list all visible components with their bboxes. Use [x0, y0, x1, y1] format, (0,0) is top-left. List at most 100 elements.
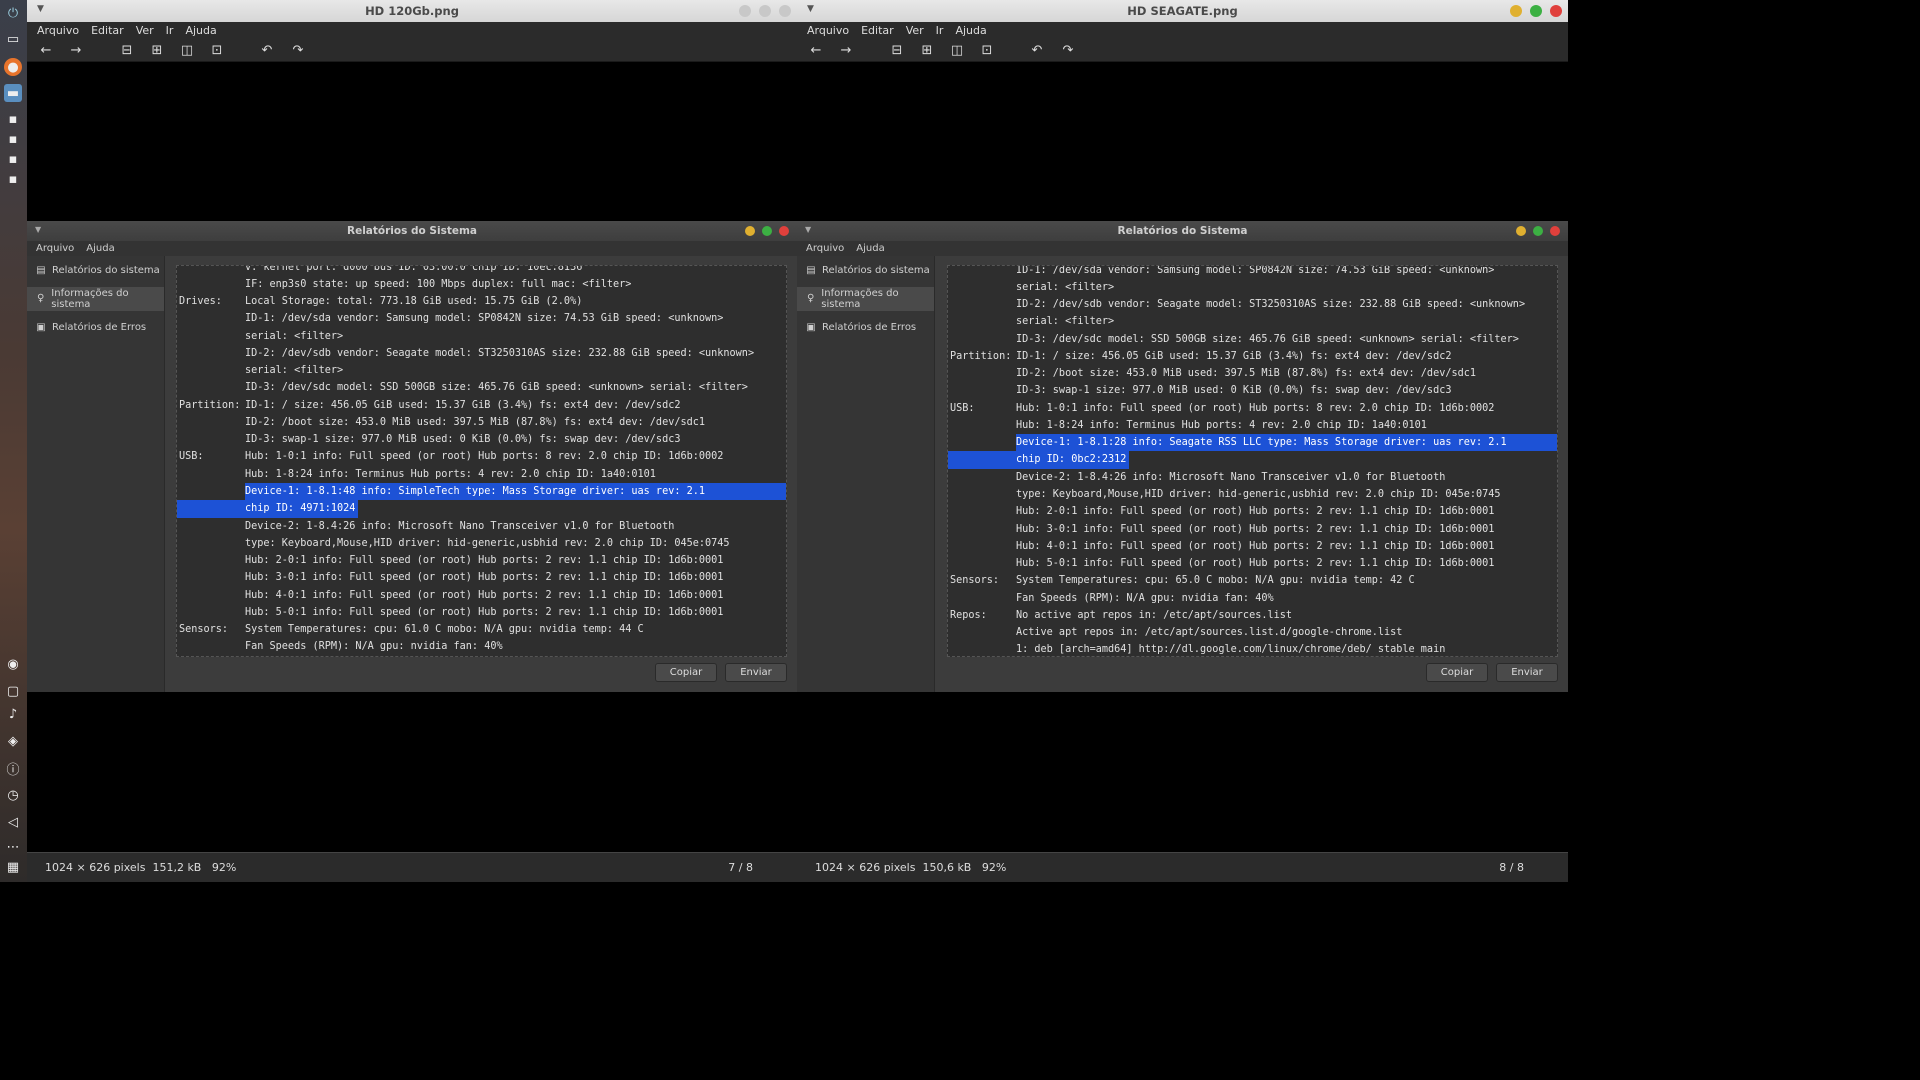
- screenshot-icon[interactable]: ▢: [4, 682, 22, 700]
- menu-arquivo[interactable]: Arquivo: [37, 24, 79, 37]
- sidebar-item-reports[interactable]: ▤ Relatórios do sistema: [27, 258, 164, 282]
- menu-ir[interactable]: Ir: [936, 24, 944, 37]
- info-line-value: Device-1: 1-8.1:48 info: SimpleTech type…: [245, 486, 706, 497]
- send-button[interactable]: Enviar: [725, 663, 787, 682]
- sidebar-item-error-reports[interactable]: ▣ Relatórios de Erros: [797, 315, 934, 339]
- info-line-value: ID-1: / size: 456.05 GiB used: 15.37 GiB…: [1016, 350, 1452, 362]
- camera-icon[interactable]: ◉: [4, 655, 22, 673]
- zoom-in-icon[interactable]: ⊞: [918, 41, 936, 59]
- minimize-button[interactable]: [1510, 5, 1522, 17]
- dialog-maximize-button[interactable]: [762, 226, 772, 236]
- copy-button[interactable]: Copiar: [655, 663, 717, 682]
- dialog-title: Relatórios do Sistema: [1117, 225, 1248, 237]
- power-icon[interactable]: ⏻: [4, 4, 22, 22]
- sidebar-item-system-info[interactable]: ♀ Informações do sistema: [797, 286, 934, 311]
- dialog-menu-icon[interactable]: ▼: [35, 225, 41, 234]
- system-info-text[interactable]: ID-1: /dev/sda vendor: Samsung model: SP…: [947, 265, 1558, 657]
- clock-icon[interactable]: ◷: [4, 786, 22, 804]
- rotate-left-icon[interactable]: ↶: [258, 41, 276, 59]
- dialog-minimize-button[interactable]: [1516, 226, 1526, 236]
- dialog-close-button[interactable]: [779, 226, 789, 236]
- back-icon[interactable]: ←: [37, 41, 55, 59]
- dialog-menu-ajuda[interactable]: Ajuda: [86, 243, 114, 254]
- sidebar-item-error-reports[interactable]: ▣ Relatórios de Erros: [27, 315, 164, 339]
- menu-ajuda[interactable]: Ajuda: [955, 24, 986, 37]
- info-line: serial: <filter>: [948, 279, 1557, 296]
- zoom-normal-icon[interactable]: ◫: [948, 41, 966, 59]
- forward-icon[interactable]: →: [837, 41, 855, 59]
- info-line-value: ID-1: /dev/sda vendor: Samsung model: SP…: [1016, 265, 1495, 276]
- info-line: Sensors: System Temperatures: cpu: 65.0 C…: [948, 572, 1557, 589]
- info-line-value: Hub: 3-0:1 info: Full speed (or root) Hu…: [1016, 523, 1495, 535]
- maximize-button[interactable]: [1530, 5, 1542, 17]
- menu-ajuda[interactable]: Ajuda: [185, 24, 216, 37]
- menu-ver[interactable]: Ver: [906, 24, 924, 37]
- app-icon[interactable]: ▪: [4, 150, 22, 168]
- info-line-value: ID-2: /dev/sdb vendor: Seagate model: ST…: [245, 347, 755, 359]
- dialog-minimize-button[interactable]: [745, 226, 755, 236]
- system-info-text[interactable]: v: kernel port: d000 bus ID: 03:00.0 chi…: [176, 265, 787, 657]
- zoom-fit-icon[interactable]: ⊡: [978, 41, 996, 59]
- terminal-icon[interactable]: ▭: [4, 30, 22, 48]
- dialog-menu-arquivo[interactable]: Arquivo: [36, 243, 74, 254]
- firefox-icon[interactable]: ●: [4, 58, 22, 76]
- workspace-icon[interactable]: ▦: [4, 858, 22, 876]
- window-menu-icon[interactable]: ▼: [37, 4, 44, 14]
- info-line-value: chip ID: 0bc2:2312: [1016, 454, 1127, 466]
- info-section-label: Partition:: [179, 399, 241, 411]
- dialog-menu-icon[interactable]: ▼: [805, 225, 811, 234]
- info-line: USB: Hub: 1-0:1 info: Full speed (or root…: [948, 400, 1557, 417]
- volume-icon[interactable]: ◁: [4, 813, 22, 831]
- info-icon[interactable]: ⓘ: [4, 759, 22, 778]
- dialog-window-controls: [1516, 226, 1560, 236]
- info-line: 1: deb [arch=amd64] http://dl.google.com…: [948, 641, 1557, 656]
- close-button[interactable]: [779, 5, 791, 17]
- maximize-button[interactable]: [759, 5, 771, 17]
- info-line: Active apt repos in: /etc/apt/sources.li…: [948, 624, 1557, 641]
- sidebar-item-label: Relatórios de Erros: [52, 321, 147, 333]
- menu-arquivo[interactable]: Arquivo: [807, 24, 849, 37]
- forward-icon[interactable]: →: [67, 41, 85, 59]
- menu-ver[interactable]: Ver: [136, 24, 154, 37]
- minimize-button[interactable]: [739, 5, 751, 17]
- rotate-right-icon[interactable]: ↷: [1059, 41, 1077, 59]
- info-line-value: ID-2: /dev/sdb vendor: Seagate model: ST…: [1016, 299, 1526, 311]
- app-icon[interactable]: ▪: [4, 130, 22, 148]
- back-icon[interactable]: ←: [807, 41, 825, 59]
- dialog-title: Relatórios do Sistema: [347, 225, 477, 237]
- app-icon[interactable]: ▪: [4, 170, 22, 188]
- info-line-value: Hub: 2-0:1 info: Full speed (or root) Hu…: [1016, 506, 1495, 518]
- dialog-menu-ajuda[interactable]: Ajuda: [856, 243, 884, 254]
- info-line-value: ID-3: swap-1 size: 977.0 MiB used: 0 KiB…: [1016, 385, 1452, 397]
- sidebar-item-reports[interactable]: ▤ Relatórios do sistema: [797, 258, 934, 282]
- info-line-value: ID-3: swap-1 size: 977.0 MiB used: 0 KiB…: [245, 434, 681, 446]
- zoom-out-icon[interactable]: ⊟: [118, 41, 136, 59]
- dialog-menu-arquivo[interactable]: Arquivo: [806, 243, 844, 254]
- shield-icon[interactable]: ◈: [4, 732, 22, 750]
- rotate-left-icon[interactable]: ↶: [1028, 41, 1046, 59]
- window-menu-icon[interactable]: ▼: [807, 4, 814, 14]
- dialog-maximize-button[interactable]: [1533, 226, 1543, 236]
- network-icon[interactable]: ⋯: [4, 838, 22, 856]
- app-icon[interactable]: ▪: [4, 110, 22, 128]
- menu-editar[interactable]: Editar: [91, 24, 124, 37]
- info-section-label: USB:: [950, 402, 975, 414]
- copy-button[interactable]: Copiar: [1426, 663, 1488, 682]
- send-button[interactable]: Enviar: [1496, 663, 1558, 682]
- bell-icon[interactable]: ♪: [4, 705, 22, 723]
- zoom-out-icon[interactable]: ⊟: [888, 41, 906, 59]
- menu-editar[interactable]: Editar: [861, 24, 894, 37]
- lightbulb-icon: ♀: [806, 293, 815, 304]
- close-button[interactable]: [1550, 5, 1562, 17]
- rotate-right-icon[interactable]: ↷: [289, 41, 307, 59]
- zoom-fit-icon[interactable]: ⊡: [208, 41, 226, 59]
- zoom-normal-icon[interactable]: ◫: [178, 41, 196, 59]
- menu-ir[interactable]: Ir: [166, 24, 174, 37]
- info-line: type: Keyboard,Mouse,HID driver: hid-gen…: [948, 486, 1557, 503]
- dialog-sidebar: ▤ Relatórios do sistema ♀ Informações do si…: [27, 256, 165, 692]
- zoom-in-icon[interactable]: ⊞: [148, 41, 166, 59]
- files-icon[interactable]: ▬: [4, 84, 22, 102]
- sidebar-item-system-info[interactable]: ♀ Informações do sistema: [27, 286, 164, 311]
- info-line: Hub: 1-8:24 info: Terminus Hub ports: 4 …: [177, 466, 786, 483]
- dialog-close-button[interactable]: [1550, 226, 1560, 236]
